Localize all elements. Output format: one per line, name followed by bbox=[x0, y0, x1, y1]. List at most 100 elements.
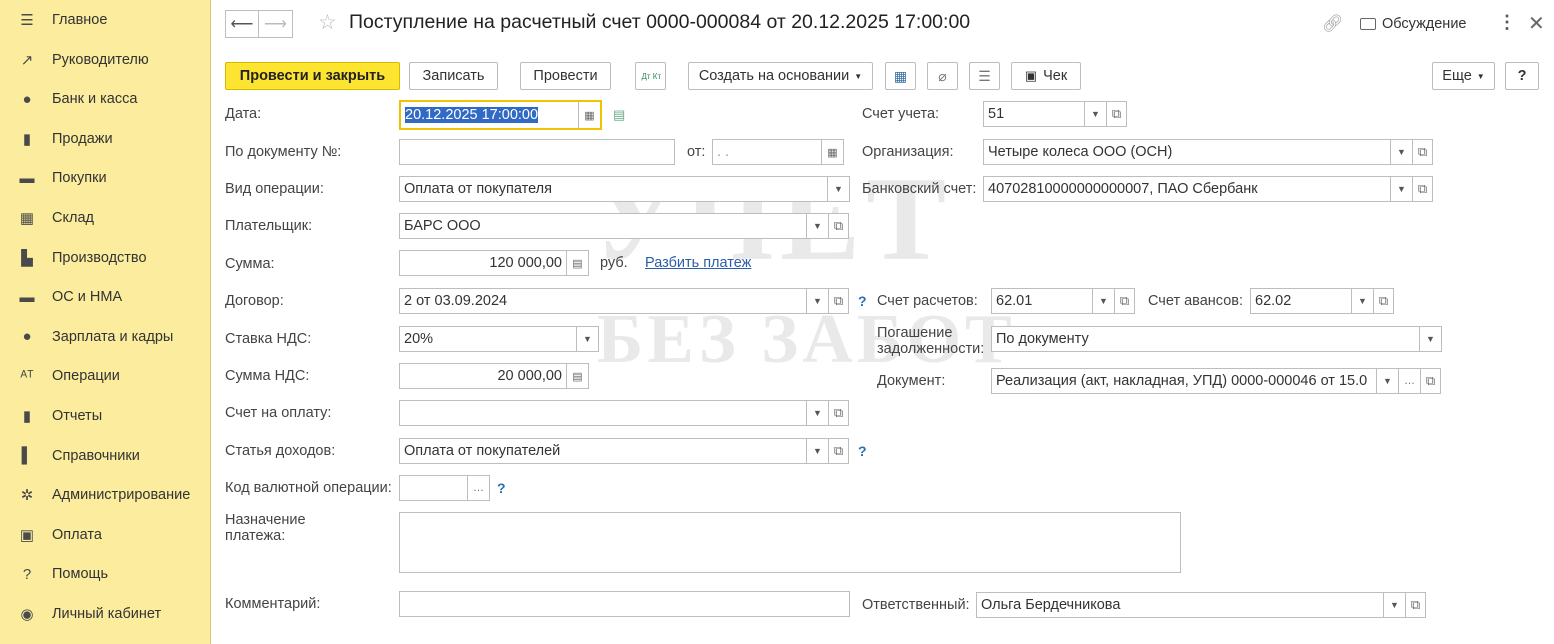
settlement-account-select[interactable]: 62.01 ▼ bbox=[991, 288, 1115, 314]
organization-select[interactable]: Четыре колеса ООО (ОСН) ▼ bbox=[983, 139, 1413, 165]
sidebar-item-label: Отчеты bbox=[52, 408, 103, 424]
cart-icon: ▬ bbox=[19, 169, 35, 187]
account-select[interactable]: 51 ▼ bbox=[983, 101, 1107, 127]
receipt-button[interactable]: ▣ Чек bbox=[1011, 62, 1081, 90]
back-button[interactable]: ⟵ bbox=[225, 10, 259, 38]
discussion-button[interactable]: Обсуждение bbox=[1360, 16, 1466, 32]
calendar-icon[interactable]: ▦ bbox=[578, 102, 600, 128]
vat-sum-input[interactable]: 20 000,00 ▤ bbox=[399, 363, 589, 389]
post-and-close-button[interactable]: Провести и закрыть bbox=[225, 62, 400, 90]
sidebar-item-12[interactable]: ✲ Администрирование bbox=[0, 478, 211, 512]
chevron-down-icon[interactable]: ▼ bbox=[1390, 140, 1412, 164]
favorite-star-icon[interactable]: ☆ bbox=[318, 10, 337, 35]
open-icon[interactable]: ⧉ bbox=[1115, 288, 1135, 314]
operation-type-value: Оплата от покупателя bbox=[404, 181, 552, 197]
sidebar-item-7[interactable]: ▬ ОС и НМА bbox=[0, 280, 211, 314]
open-icon[interactable]: ⧉ bbox=[829, 213, 849, 239]
forward-button[interactable]: ⟶ bbox=[259, 10, 293, 38]
sidebar-item-2[interactable]: ● Банк и касса bbox=[0, 82, 211, 116]
open-icon[interactable]: ⧉ bbox=[1374, 288, 1394, 314]
date-field[interactable]: 20.12.2025 17:00:00 ▦ bbox=[399, 100, 602, 130]
sidebar-item-3[interactable]: ▮ Продажи bbox=[0, 122, 211, 156]
document-field[interactable]: Реализация (акт, накладная, УПД) 0000-00… bbox=[991, 368, 1421, 394]
open-icon[interactable]: ⧉ bbox=[1406, 592, 1426, 618]
open-icon[interactable]: ⧉ bbox=[1421, 368, 1441, 394]
doc-date-input[interactable]: . . ▦ bbox=[712, 139, 844, 165]
split-payment-link[interactable]: Разбить платеж bbox=[645, 255, 751, 271]
comment-input[interactable] bbox=[399, 591, 850, 617]
ellipsis-icon[interactable]: … bbox=[1398, 369, 1420, 393]
help-icon[interactable]: ? bbox=[497, 480, 506, 496]
chevron-down-icon[interactable]: ▼ bbox=[806, 401, 828, 425]
currency-op-code-field[interactable]: … bbox=[399, 475, 490, 501]
payer-field[interactable]: БАРС ООО ▼ bbox=[399, 213, 829, 239]
chevron-down-icon[interactable]: ▼ bbox=[1084, 102, 1106, 126]
sidebar-item-5[interactable]: ▦ Склад bbox=[0, 201, 211, 235]
sidebar-item-4[interactable]: ▬ Покупки bbox=[0, 161, 211, 195]
save-button[interactable]: Записать bbox=[409, 62, 498, 90]
chevron-down-icon[interactable]: ▼ bbox=[1383, 593, 1405, 617]
sidebar-item-8[interactable]: ● Зарплата и кадры bbox=[0, 320, 211, 354]
payment-purpose-textarea[interactable] bbox=[399, 512, 1181, 573]
close-icon[interactable]: ✕ bbox=[1528, 11, 1545, 36]
more-button[interactable]: Еще ▼ bbox=[1432, 62, 1495, 90]
sidebar-item-14[interactable]: ? Помощь bbox=[0, 557, 211, 591]
sidebar-item-6[interactable]: ▙ Производство bbox=[0, 241, 211, 275]
gear-icon: ✲ bbox=[20, 487, 34, 505]
open-icon[interactable]: ⧉ bbox=[1107, 101, 1127, 127]
invoice-field[interactable]: ▼ bbox=[399, 400, 829, 426]
post-button[interactable]: Провести bbox=[520, 62, 611, 90]
doc-number-input[interactable] bbox=[399, 139, 675, 165]
chevron-down-icon[interactable]: ▼ bbox=[806, 289, 828, 313]
attach-button[interactable]: ⌀ bbox=[927, 62, 958, 90]
calculator-icon[interactable]: ▤ bbox=[613, 107, 625, 123]
more-vertical-icon[interactable]: ⋮ bbox=[1498, 12, 1516, 33]
sidebar-item-0[interactable]: ☰ Главное bbox=[0, 3, 211, 37]
chevron-down-icon[interactable]: ▼ bbox=[1419, 327, 1441, 351]
advance-account-select[interactable]: 62.02 ▼ bbox=[1250, 288, 1374, 314]
sidebar-item-10[interactable]: ▮ Отчеты bbox=[0, 399, 211, 433]
calendar-icon[interactable]: ▦ bbox=[821, 140, 843, 164]
structure-button[interactable]: ▦ bbox=[885, 62, 916, 90]
vat-rate-select[interactable]: 20% ▼ bbox=[399, 326, 599, 352]
chevron-down-icon[interactable]: ▼ bbox=[806, 439, 828, 463]
income-item-field[interactable]: Оплата от покупателей ▼ bbox=[399, 438, 829, 464]
open-icon[interactable]: ⧉ bbox=[829, 288, 849, 314]
sidebar-item-11[interactable]: ▌ Справочники bbox=[0, 439, 211, 473]
chevron-down-icon: ▼ bbox=[1476, 71, 1485, 81]
link-icon[interactable]: 🔗︎ bbox=[1322, 14, 1344, 34]
open-icon[interactable]: ⧉ bbox=[829, 400, 849, 426]
report-button[interactable]: ☰ bbox=[969, 62, 1000, 90]
bank-account-select[interactable]: 40702810000000000007, ПАО Сбербанк ▼ bbox=[983, 176, 1413, 202]
sum-input[interactable]: 120 000,00 ▤ bbox=[399, 250, 589, 276]
help-button[interactable]: ? bbox=[1505, 62, 1539, 90]
page-title: Поступление на расчетный счет 0000-00008… bbox=[349, 11, 971, 33]
chevron-down-icon[interactable]: ▼ bbox=[1390, 177, 1412, 201]
create-based-on-button[interactable]: Создать на основании ▼ bbox=[688, 62, 873, 90]
chevron-down-icon[interactable]: ▼ bbox=[576, 327, 598, 351]
chevron-down-icon[interactable]: ▼ bbox=[1351, 289, 1373, 313]
menu-icon: ☰ bbox=[20, 12, 34, 29]
open-icon[interactable]: ⧉ bbox=[1413, 139, 1433, 165]
sidebar-item-1[interactable]: ↗ Руководителю bbox=[0, 43, 211, 77]
chevron-down-icon[interactable]: ▼ bbox=[806, 214, 828, 238]
responsible-select[interactable]: Ольга Бердечникова ▼ bbox=[976, 592, 1406, 618]
chevron-down-icon[interactable]: ▼ bbox=[1092, 289, 1114, 313]
debt-repayment-select[interactable]: По документу ▼ bbox=[991, 326, 1442, 352]
dt-kt-button[interactable]: Дт Кт bbox=[635, 62, 666, 90]
contract-field[interactable]: 2 от 03.09.2024 ▼ bbox=[399, 288, 829, 314]
ellipsis-icon[interactable]: … bbox=[467, 476, 489, 500]
sidebar-item-9[interactable]: ᴬᵀ Операции bbox=[0, 359, 211, 393]
chevron-down-icon[interactable]: ▼ bbox=[827, 177, 849, 201]
help-icon[interactable]: ? bbox=[858, 293, 867, 309]
calculator-icon[interactable]: ▤ bbox=[566, 364, 588, 388]
arrow-right-icon: ⟶ bbox=[264, 16, 287, 33]
chevron-down-icon[interactable]: ▼ bbox=[1376, 369, 1398, 393]
calculator-icon[interactable]: ▤ bbox=[566, 251, 588, 275]
open-icon[interactable]: ⧉ bbox=[1413, 176, 1433, 202]
help-icon[interactable]: ? bbox=[858, 443, 867, 459]
sidebar-item-13[interactable]: ▣ Оплата bbox=[0, 518, 211, 552]
operation-type-select[interactable]: Оплата от покупателя ▼ bbox=[399, 176, 850, 202]
open-icon[interactable]: ⧉ bbox=[829, 438, 849, 464]
sidebar-item-15[interactable]: ◉ Личный кабинет bbox=[0, 597, 211, 631]
